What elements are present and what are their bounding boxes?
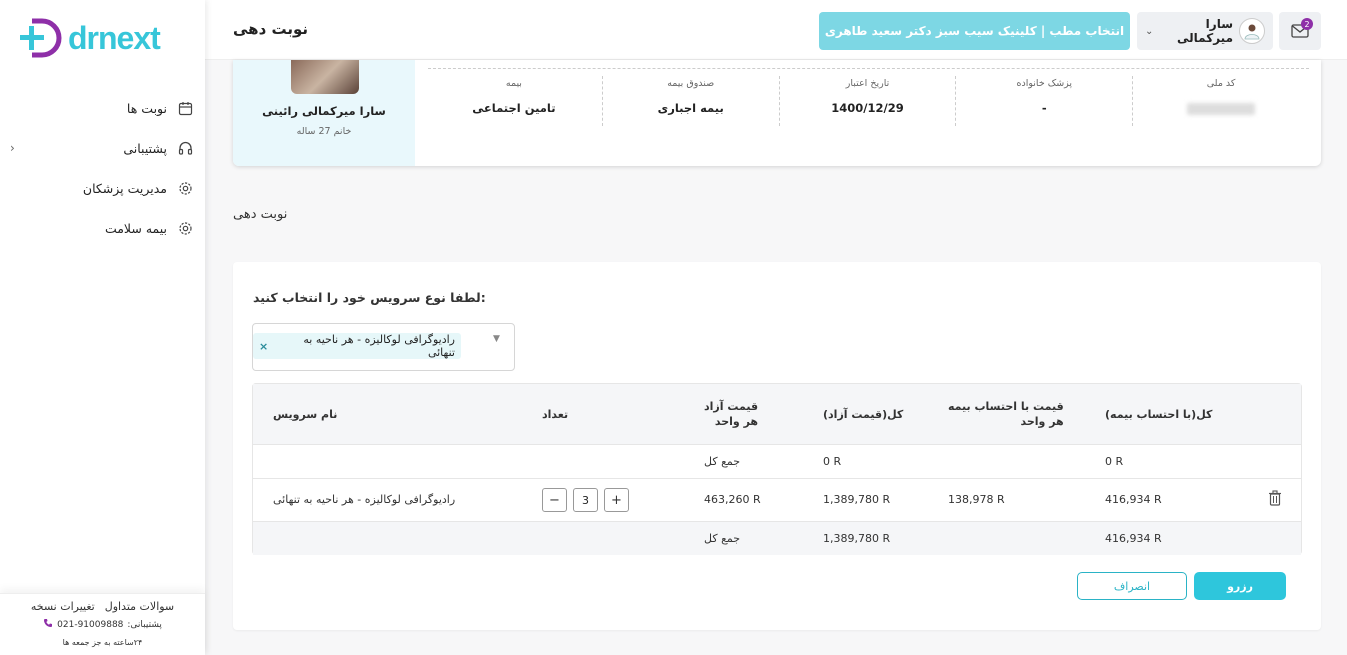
sum-total-free: 0 R <box>823 455 842 468</box>
reserve-button[interactable]: رزرو <box>1194 572 1286 600</box>
header-free-unit-price: قیمت آزاد هر واحد <box>704 400 759 428</box>
sidebar-item-doctors[interactable]: مدیریت پزشکان <box>0 168 205 208</box>
section-title: نوبت دهی <box>233 207 288 222</box>
caret-down-icon[interactable]: ▼ <box>493 334 500 344</box>
trash-icon[interactable] <box>1268 490 1282 506</box>
info-expiry-date: تاریخ اعتبار 1400/12/29 <box>778 76 956 126</box>
info-value: تامین اجتماعی <box>472 101 556 115</box>
insured-unit-price: 138,978 R <box>948 493 1005 506</box>
services-table: نام سرویس تعداد قیمت آزاد هر واحد کل(قیم… <box>252 383 1302 555</box>
header-insured-unit-price: قیمت با احتساب بیمه هر واحد <box>948 400 1064 428</box>
appointment-panel: لطفا نوع سرویس خود را انتخاب کنید: ▼ راد… <box>233 262 1321 630</box>
patient-photo <box>291 60 359 94</box>
sidebar-item-label: مدیریت پزشکان <box>82 180 167 196</box>
redacted-national-id <box>1187 103 1256 115</box>
logo-text: drnext <box>68 19 161 56</box>
calendar-icon <box>177 100 193 116</box>
sum-total-insured: 416,934 R <box>1105 532 1162 545</box>
selected-service-chip: رادیوگرافی لوکالیزه - هر ناحیه به تنهائی… <box>253 333 461 359</box>
chip-label: رادیوگرافی لوکالیزه - هر ناحیه به تنهائی <box>303 333 455 359</box>
user-name: سارا میرکمالی <box>1177 17 1233 45</box>
headset-icon <box>177 140 193 156</box>
table-row: رادیوگرافی لوکالیزه - هر ناحیه به تنهائی… <box>253 479 1301 522</box>
service-prompt: لطفا نوع سرویس خود را انتخاب کنید: <box>253 290 486 305</box>
total-free-price: 1,389,780 R <box>823 493 891 506</box>
gear-icon <box>177 220 193 236</box>
sum-total-insured: 0 R <box>1105 455 1124 468</box>
notification-badge: 2 <box>1301 18 1313 30</box>
support-phone[interactable]: پشتیبانی: 021-91009888 <box>0 618 205 631</box>
increment-button[interactable]: + <box>604 488 629 512</box>
sidebar-footer: سوالات متداول تغییرات نسخه پشتیبانی: 021… <box>0 593 205 655</box>
info-value: - <box>1041 101 1047 115</box>
chevron-down-icon: ⌄ <box>1145 25 1154 37</box>
quantity-stepper: − 3 + <box>542 488 629 512</box>
decrement-button[interactable]: − <box>542 488 567 512</box>
sidebar-item-health-insurance[interactable]: بیمه سلامت <box>0 208 205 248</box>
info-label: کد ملی <box>1206 78 1236 89</box>
drnext-logo-icon <box>20 18 62 58</box>
total-insured-price: 416,934 R <box>1105 493 1162 506</box>
page-title: نوبت دهی <box>233 20 309 38</box>
phone-number: 021-91009888 <box>57 619 124 630</box>
quantity-input[interactable]: 3 <box>573 488 598 512</box>
user-menu-button[interactable]: سارا میرکمالی ⌄ <box>1137 12 1273 50</box>
header-total-free: کل(قیمت آزاد) <box>823 408 904 421</box>
sum-label: جمع کل <box>704 532 741 545</box>
header-service-name: نام سرویس <box>273 408 338 421</box>
sidebar-item-appointments[interactable]: نوبت ها <box>0 88 205 128</box>
divider <box>428 68 1309 69</box>
table-row-sum-top: جمع کل 0 R 0 R <box>253 445 1301 479</box>
table-header: نام سرویس تعداد قیمت آزاد هر واحد کل(قیم… <box>253 384 1301 445</box>
header-total-insured: کل(با احتساب بیمه) <box>1105 408 1213 421</box>
support-hours: ۲۴ساعته به جز جمعه ها <box>62 638 143 647</box>
info-national-id: کد ملی <box>1132 76 1309 126</box>
faq-link[interactable]: سوالات متداول <box>105 600 174 613</box>
patient-card: سارا میرکمالی رائینی خانم 27 ساله کد ملی… <box>233 60 1321 166</box>
sidebar-item-label: نوبت ها <box>126 100 167 116</box>
info-insurance: بیمه تامین اجتماعی <box>426 76 602 126</box>
patient-info: کد ملی پزشک خانواده - تاریخ اعتبار 1400/… <box>426 76 1309 126</box>
cancel-button[interactable]: انصراف <box>1077 572 1187 600</box>
select-clinic-button[interactable]: انتخاب مطب | کلینیک سیب سبز دکتر سعید طا… <box>819 12 1130 50</box>
messages-button[interactable]: 2 <box>1279 12 1321 50</box>
info-label: تاریخ اعتبار <box>845 78 890 89</box>
info-label: پزشک خانواده <box>1016 78 1073 89</box>
info-value: بیمه اجباری <box>657 101 724 115</box>
info-value: 1400/12/29 <box>831 101 904 115</box>
logo[interactable]: drnext <box>18 15 161 61</box>
info-family-doctor: پزشک خانواده - <box>955 76 1132 126</box>
patient-name: سارا میرکمالی رائینی <box>262 104 386 118</box>
table-row-sum-bottom: جمع کل 1,389,780 R 416,934 R <box>253 522 1301 555</box>
chevron-left-icon: ‹ <box>10 141 15 155</box>
support-label: پشتیبانی: <box>127 619 162 630</box>
patient-gender-age: خانم 27 ساله <box>296 126 352 137</box>
sum-total-free: 1,389,780 R <box>823 532 891 545</box>
sum-label: جمع کل <box>704 455 741 468</box>
gear-icon <box>177 180 193 196</box>
doctor-avatar-icon <box>1244 24 1260 40</box>
avatar <box>1239 18 1265 44</box>
service-name: رادیوگرافی لوکالیزه - هر ناحیه به تنهائی <box>273 493 456 506</box>
free-unit-price: 463,260 R <box>704 493 761 506</box>
header-quantity: تعداد <box>542 408 569 421</box>
sidebar: drnext نوبت ها پشتیبانی ‹ مدیریت پزشکان … <box>0 0 205 655</box>
sidebar-item-label: پشتیبانی <box>123 140 167 156</box>
info-label: صندوق بیمه <box>667 78 715 89</box>
sidebar-item-support[interactable]: پشتیبانی ‹ <box>0 128 205 168</box>
sidebar-nav: نوبت ها پشتیبانی ‹ مدیریت پزشکان بیمه سل… <box>0 88 205 248</box>
phone-icon <box>43 618 53 631</box>
info-label: بیمه <box>505 78 522 89</box>
sidebar-item-label: بیمه سلامت <box>104 220 167 236</box>
close-icon[interactable]: × <box>259 340 268 353</box>
info-insurance-fund: صندوق بیمه بیمه اجباری <box>601 76 779 126</box>
service-select[interactable]: ▼ رادیوگرافی لوکالیزه - هر ناحیه به تنها… <box>252 323 515 371</box>
changelog-link[interactable]: تغییرات نسخه <box>31 600 95 613</box>
patient-profile: سارا میرکمالی رائینی خانم 27 ساله <box>233 60 415 166</box>
